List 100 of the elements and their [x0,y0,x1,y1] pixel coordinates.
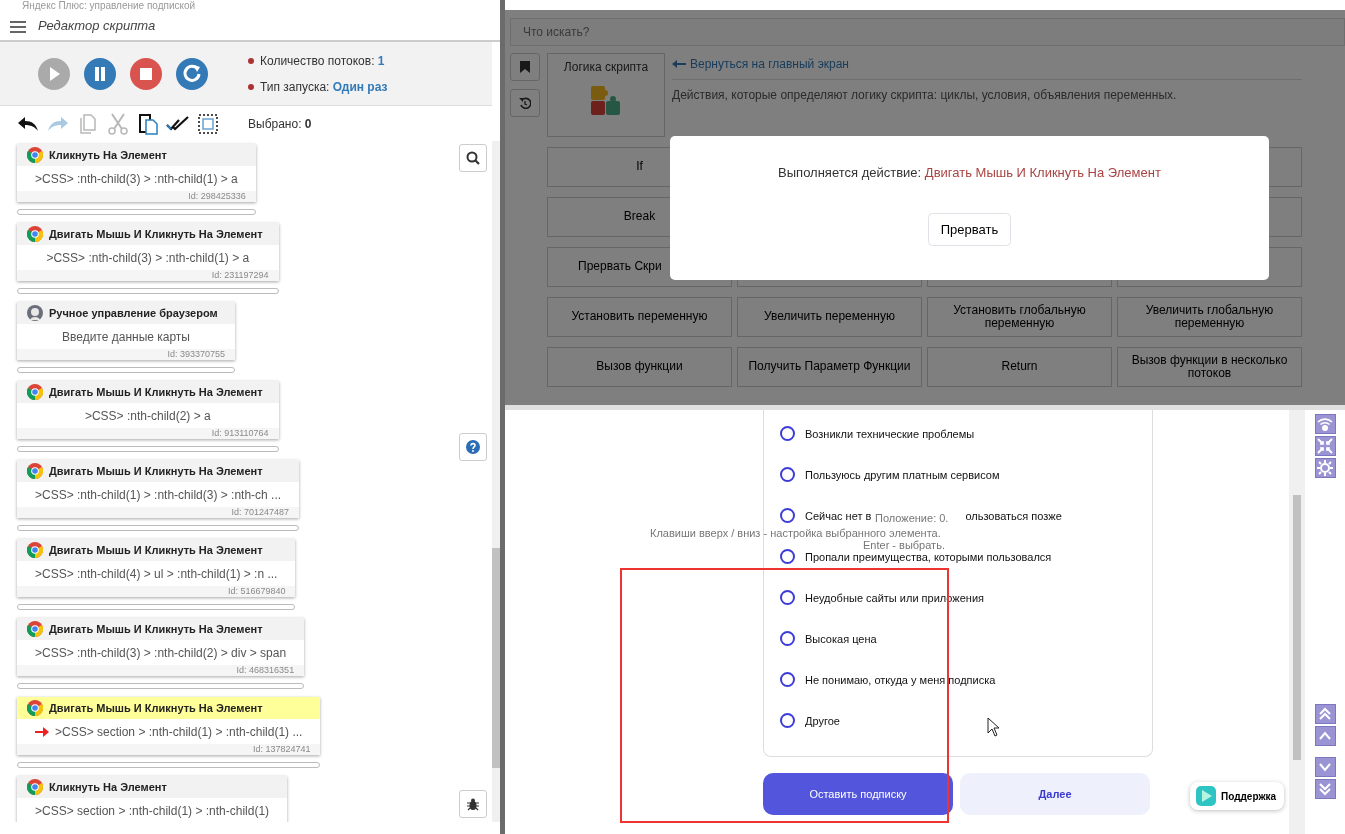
action-card[interactable]: Двигать Мышь И Кликнуть На Элемент >CSS> :nth-child(4) > ul > :nth-child(1) > :n ... Id: 516679840 [17,539,296,597]
radio-button[interactable] [780,631,795,646]
collapse-icon [1317,438,1333,454]
back-link[interactable]: Вернуться на главный экран [672,55,849,73]
action-card[interactable]: Двигать Мышь И Кликнуть На Элемент >CSS> section > :nth-child(1) > :nth-child(1) ... Id: 137824741 [17,697,321,755]
action-card[interactable]: Двигать Мышь И Кликнуть На Элемент >CSS> :nth-child(2) > a Id: 913110764 [17,381,279,439]
down-button[interactable] [1314,757,1336,777]
action-id: Id: 137824741 [17,744,321,755]
bookmark-button[interactable] [510,53,540,81]
abort-button[interactable]: Прервать [927,212,1012,246]
round-logo-icon [27,147,43,163]
info-value: Один раз [332,79,388,94]
stop-button[interactable] [130,57,162,90]
keep-subscription-button[interactable]: Оставить подписку [763,773,953,815]
support-button[interactable]: Поддержка [1190,782,1285,810]
help-icon [466,440,480,454]
action-button[interactable]: Return [927,347,1112,387]
search-button[interactable] [459,144,487,172]
radio-button[interactable] [780,672,795,687]
action-selector: >CSS> :nth-child(3) > :nth-child(1) > a [35,170,238,188]
selection-icon[interactable] [196,111,220,136]
action-title: Двигать Мышь И Кликнуть На Элемент [49,226,263,242]
radio-button[interactable] [780,467,795,482]
action-name: Двигать Мышь И Кликнуть На Элемент [924,165,1161,180]
action-selector: Введите данные карты [62,328,190,346]
action-id: Id: 516679840 [17,586,296,597]
settings-icon [1317,460,1333,476]
action-button[interactable]: Вызов функции в несколько потоков [1117,347,1302,387]
action-button[interactable]: Установить глобальную переменную [927,297,1112,337]
category-tile[interactable]: Логика скрипта [547,53,665,137]
settings-button[interactable] [1314,458,1336,478]
round-logo-icon [27,542,43,558]
search-field[interactable]: Что искать? [510,18,1345,46]
action-card[interactable]: Двигать Мышь И Кликнуть На Элемент >CSS> :nth-child(3) > :nth-child(2) > div > span Id: 468316351 [17,618,305,676]
radio-button[interactable] [780,426,795,441]
action-card[interactable]: Ручное управление браузером Введите данные карты Id: 393370755 [17,302,235,360]
action-selector: >CSS> section > :nth-child(1) > :nth-child(1) ... [55,723,303,741]
collapse-button[interactable] [1314,436,1336,456]
action-button[interactable]: Увеличить глобальную переменную [1117,297,1302,337]
action-selector: >CSS> :nth-child(4) > ul > :nth-child(1) > :n ... [35,565,278,583]
action-selector: >CSS> section > :nth-child(1) > :nth-child(1) [35,802,270,820]
wifi-button[interactable] [1314,414,1336,434]
action-title: Двигать Мышь И Кликнуть На Элемент [49,384,263,400]
action-title: Двигать Мышь И Кликнуть На Элемент [49,463,263,479]
action-title: Кликнуть На Элемент [49,779,167,795]
window-title: Яндекс Плюс: управление подпиской [21,0,197,12]
option-label: Высокая цена [805,632,877,647]
action-card[interactable]: Двигать Мышь И Кликнуть На Элемент >CSS> :nth-child(1) > :nth-child(3) > :nth-ch ... Id: 701247487 [17,460,300,518]
menu-icon[interactable] [10,19,26,34]
page-down-button[interactable] [1314,779,1336,799]
option-label: Сейчас нет в [805,509,872,524]
action-button[interactable]: Установить переменную [547,297,732,337]
option-label: Возникли технические проблемы [805,427,975,442]
bookmark-icon [520,61,530,73]
action-card[interactable]: Двигать Мышь И Кликнуть На Элемент >CSS> :nth-child(3) > :nth-child(1) > a Id: 231197294 [17,223,279,281]
debug-button[interactable] [459,790,487,818]
round-logo-icon [27,384,43,400]
history-icon [519,97,531,109]
scrollbar[interactable] [492,141,500,822]
page-up-button[interactable] [1314,704,1336,724]
action-selector: >CSS> :nth-child(1) > :nth-child(3) > :nth-ch ... [35,486,282,504]
round-logo-icon [27,779,43,795]
wifi-icon [1317,416,1333,432]
arrow-left-icon [672,60,686,68]
pause-button[interactable] [84,57,116,90]
radio-button[interactable] [780,590,795,605]
restart-button[interactable] [176,57,208,90]
selected-count: Выбрано: 0 [248,115,312,133]
paste-icon[interactable] [136,111,160,136]
category-description: Действия, которые определяют логику скрипта: циклы, условия, объявления переменных. [672,87,1178,104]
action-title: Двигать Мышь И Кликнуть На Элемент [49,700,263,716]
up-button[interactable] [1314,726,1336,746]
category-title: Логика скрипта [563,59,649,76]
radio-button[interactable] [780,713,795,728]
action-title: Ручное управление браузером [49,305,218,321]
scrollbar[interactable] [1289,410,1305,834]
option-label: Пользуюсь другим платным сервисом [805,468,1000,483]
action-id: Id: 913110764 [17,428,279,439]
page-down-icon [1317,781,1333,797]
action-card[interactable]: Кликнуть На Элемент >CSS> section > :nth-child(1) > :nth-child(1) [17,776,288,822]
help-button[interactable] [459,433,487,461]
editor-title: Редактор скрипта [38,17,156,36]
action-card[interactable]: Кликнуть На Элемент >CSS> :nth-child(3) > :nth-child(1) > a Id: 298425336 [17,144,256,202]
option-label: ользоваться позже [965,509,1062,524]
next-button[interactable]: Далее [960,773,1150,815]
round-logo-icon [27,700,43,716]
action-button[interactable]: Вызов функции [547,347,732,387]
hint-text: Клавиши вверх / вниз - настройка выбранного элемента. [650,527,941,539]
radio-button[interactable] [780,508,795,523]
option-label: Не понимаю, откуда у меня подписка [805,673,996,688]
info-label: Количество потоков: [260,53,375,68]
history-button[interactable] [510,89,540,117]
action-button[interactable]: Увеличить переменную [737,297,922,337]
action-id: Id: 298425336 [17,191,256,202]
action-id: Id: 231197294 [17,270,279,281]
action-button[interactable]: Получить Параметр Функции [737,347,922,387]
action-selector: >CSS> :nth-child(3) > :nth-child(2) > div > span [35,644,287,662]
radio-button[interactable] [780,549,795,564]
arrow-icon [35,725,49,738]
action-title: Кликнуть На Элемент [49,147,167,163]
